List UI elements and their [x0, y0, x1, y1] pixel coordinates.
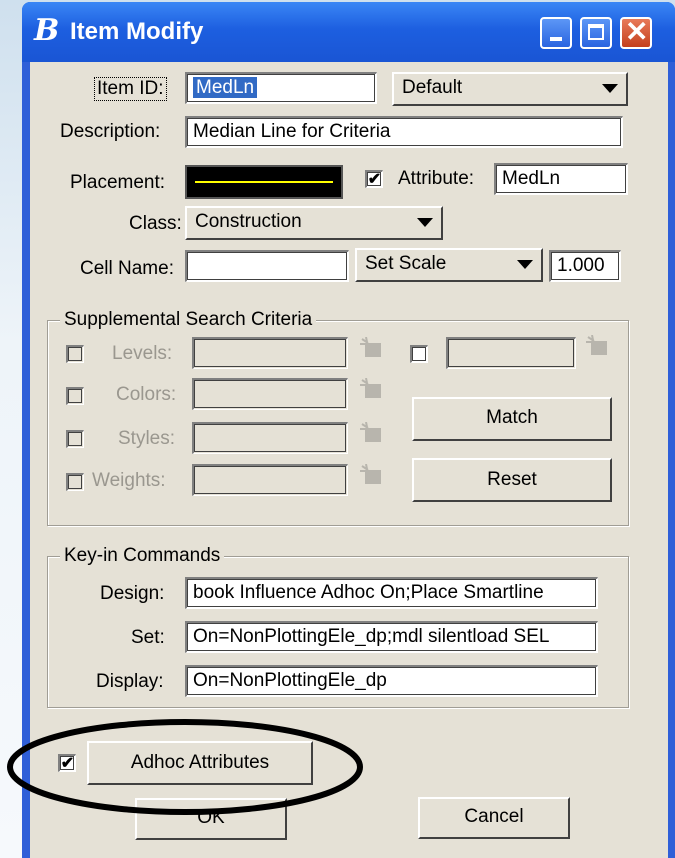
highlight-ellipse-annotation	[7, 719, 363, 815]
maximize-button[interactable]	[580, 17, 612, 49]
extra-picker-icon[interactable]	[586, 334, 610, 355]
extra-criteria-input[interactable]	[446, 337, 576, 369]
styles-label: Styles:	[118, 428, 176, 449]
placement-symbology-swatch[interactable]	[185, 165, 343, 199]
attribute-input[interactable]: MedLn	[494, 163, 628, 195]
line-sample	[195, 181, 333, 183]
scale-combo[interactable]: Set Scale	[355, 248, 543, 282]
class-combo-value: Construction	[195, 211, 302, 232]
item-id-input[interactable]: MedLn	[185, 72, 377, 104]
keyin-title: Key-in Commands	[60, 545, 225, 567]
item-id-value: MedLn	[193, 77, 258, 98]
description-label: Description:	[60, 121, 161, 142]
attribute-label: Attribute:	[398, 168, 475, 189]
placement-label: Placement:	[70, 172, 166, 193]
design-input[interactable]: book Influence Adhoc On;Place Smartline	[185, 577, 598, 609]
colors-picker-icon[interactable]	[360, 377, 384, 398]
levels-picker-icon[interactable]	[360, 336, 384, 357]
weights-picker-icon[interactable]	[360, 463, 384, 484]
minimize-button[interactable]	[540, 17, 572, 49]
levels-checkbox[interactable]	[66, 345, 84, 363]
weights-label: Weights:	[92, 470, 166, 491]
colors-label: Colors:	[116, 384, 177, 405]
cell-name-label: Cell Name:	[80, 258, 174, 279]
design-label: Design:	[100, 583, 165, 604]
styles-picker-icon[interactable]	[360, 421, 384, 442]
close-icon: ✕	[625, 16, 649, 47]
set-input[interactable]: On=NonPlottingEle_dp;mdl silentload SEL	[185, 621, 598, 653]
reset-button[interactable]: Reset	[412, 458, 612, 502]
match-button[interactable]: Match	[412, 397, 612, 441]
styles-checkbox[interactable]	[66, 430, 84, 448]
bentley-app-icon: B	[34, 13, 60, 48]
extra-criteria-checkbox[interactable]	[410, 345, 428, 363]
item-id-combo[interactable]: Default	[392, 72, 628, 106]
chevron-down-icon	[517, 260, 533, 269]
scale-combo-value: Set Scale	[365, 253, 447, 274]
chevron-down-icon	[417, 218, 433, 227]
class-label: Class:	[129, 213, 182, 234]
cancel-button[interactable]: Cancel	[418, 797, 570, 839]
levels-input[interactable]	[192, 337, 348, 369]
styles-input[interactable]	[192, 422, 348, 454]
chevron-down-icon	[602, 84, 618, 93]
weights-input[interactable]	[192, 464, 348, 496]
display-input[interactable]: On=NonPlottingEle_dp	[185, 665, 598, 697]
item-id-combo-value: Default	[402, 77, 463, 98]
colors-checkbox[interactable]	[66, 387, 84, 405]
description-input[interactable]: Median Line for Criteria	[185, 116, 623, 148]
display-label: Display:	[96, 671, 164, 692]
cell-name-input[interactable]	[185, 250, 349, 282]
attribute-checkbox[interactable]: ✔	[365, 170, 383, 188]
maximize-icon	[588, 24, 604, 40]
levels-label: Levels:	[112, 343, 173, 364]
close-button[interactable]: ✕	[620, 17, 652, 49]
scale-input[interactable]: 1.000	[549, 250, 621, 282]
supplemental-title: Supplemental Search Criteria	[60, 309, 317, 331]
set-label: Set:	[131, 627, 165, 648]
window-title: Item Modify	[70, 18, 204, 45]
item-id-label: Item ID:	[94, 77, 167, 101]
class-combo[interactable]: Construction	[185, 206, 443, 240]
colors-input[interactable]	[192, 378, 348, 410]
weights-checkbox[interactable]	[66, 473, 84, 491]
minimize-icon	[550, 37, 562, 41]
